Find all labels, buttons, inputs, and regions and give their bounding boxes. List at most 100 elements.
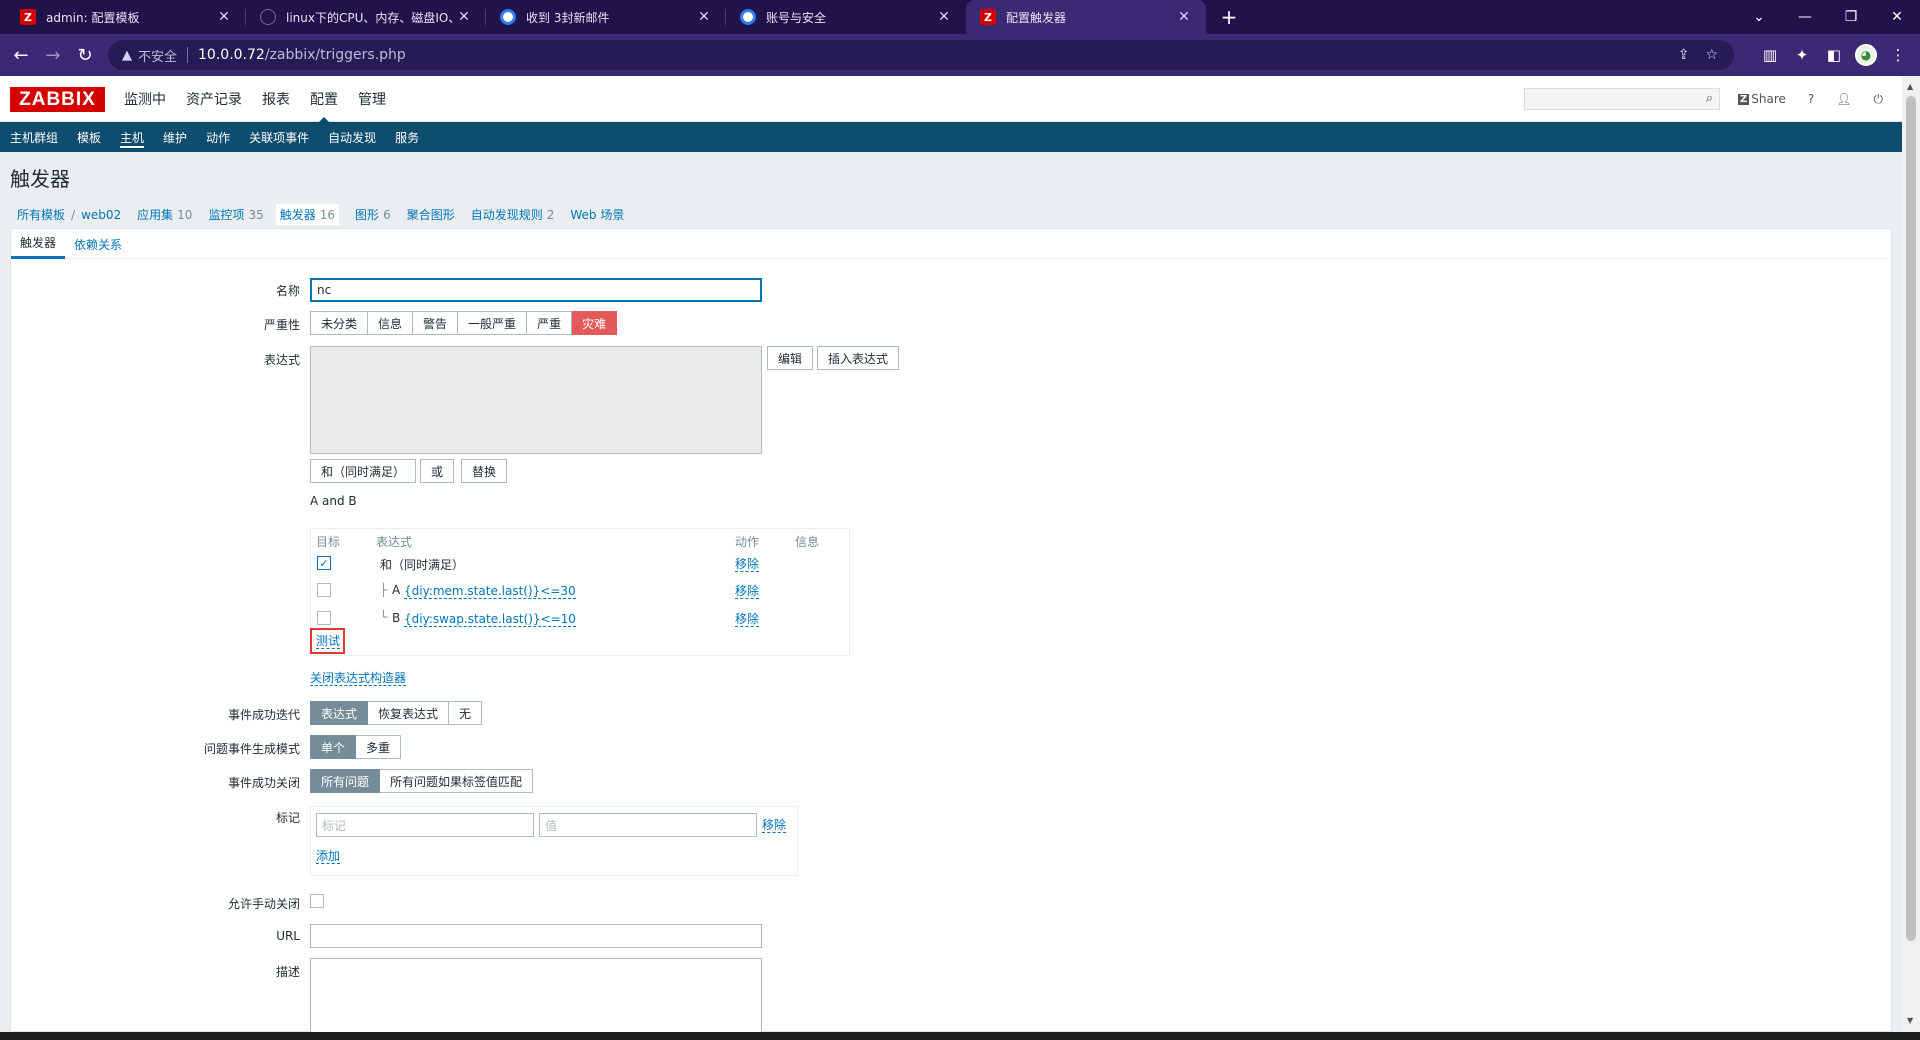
name-input[interactable]: nc — [310, 278, 762, 302]
profile-avatar[interactable]: ◕ — [1850, 34, 1882, 76]
remove-link-root[interactable]: 移除 — [735, 557, 760, 572]
expression-textarea[interactable] — [310, 346, 762, 454]
breadcrumb-applications[interactable]: 应用集 10 — [137, 206, 192, 223]
restore-icon[interactable]: ❐ — [1828, 0, 1874, 34]
or-button[interactable]: 或 — [420, 459, 455, 483]
severity-high[interactable]: 严重 — [527, 311, 573, 335]
close-window-icon[interactable]: ✕ — [1874, 0, 1920, 34]
ok-close-all-problems[interactable]: 所有问题 — [310, 769, 381, 793]
target-checkbox-b[interactable] — [317, 611, 331, 625]
tab-title: linux下的CPU、内存、磁盘IO、网络 — [286, 10, 456, 25]
breadcrumb-triggers[interactable]: 触发器 16 — [275, 204, 340, 225]
submenu-templates[interactable]: 模板 — [77, 122, 101, 152]
reading-list-icon[interactable]: ▥ — [1754, 34, 1786, 76]
reload-icon[interactable]: ↻ — [70, 34, 100, 76]
extensions-puzzle-icon[interactable]: ✦ — [1786, 34, 1818, 76]
close-tab-icon[interactable]: ✕ — [696, 9, 712, 25]
browser-tab-3[interactable]: 收到 3封新邮件 ✕ — [486, 0, 726, 34]
browser-tab-5-active[interactable]: Z 配置触发器 ✕ — [966, 0, 1206, 34]
breadcrumb-items[interactable]: 监控项 35 — [208, 206, 263, 223]
breadcrumb-screens[interactable]: 聚合图形 — [407, 206, 455, 223]
description-textarea[interactable] — [310, 958, 762, 1032]
tag-remove-link[interactable]: 移除 — [762, 818, 787, 833]
allow-manual-close-checkbox[interactable] — [310, 894, 324, 908]
insecure-label: 不安全 — [138, 49, 178, 65]
ok-event-expression[interactable]: 表达式 — [310, 701, 369, 725]
ok-event-none[interactable]: 无 — [449, 701, 483, 725]
problem-mode-multiple[interactable]: 多重 — [356, 735, 402, 759]
tag-add-link[interactable]: 添加 — [316, 849, 341, 864]
menu-configuration[interactable]: 配置 — [310, 76, 338, 123]
close-tab-icon[interactable]: ✕ — [936, 9, 952, 25]
share-button[interactable]: Z Share — [1738, 92, 1786, 106]
scrollbar-thumb[interactable] — [1906, 96, 1916, 941]
side-panel-icon[interactable]: ◧ — [1818, 34, 1850, 76]
edit-expression-button[interactable]: 编辑 — [767, 346, 814, 370]
remove-link-a[interactable]: 移除 — [735, 584, 760, 599]
scroll-down-arrow-icon[interactable]: ▼ — [1907, 1016, 1913, 1025]
close-expression-builder-link[interactable]: 关闭表达式构造器 — [310, 671, 407, 686]
severity-not-classified[interactable]: 未分类 — [310, 311, 369, 335]
submenu-hosts[interactable]: 主机 — [120, 122, 145, 152]
zabbix-logo[interactable]: ZABBIX — [10, 87, 105, 112]
scroll-up-arrow-icon[interactable]: ▲ — [1907, 82, 1913, 91]
ok-close-tag-match[interactable]: 所有问题如果标签值匹配 — [380, 769, 534, 793]
logout-power-icon[interactable]: ⏻ — [1874, 92, 1884, 107]
global-search-input[interactable]: ⌕ — [1524, 88, 1720, 110]
url-input[interactable] — [310, 924, 762, 948]
expression-link-b[interactable]: {diy:swap.state.last()}<=10 — [404, 612, 576, 627]
menu-reports[interactable]: 报表 — [262, 76, 290, 122]
submenu-host-groups[interactable]: 主机群组 — [10, 122, 58, 152]
submenu-actions[interactable]: 动作 — [206, 122, 230, 152]
ok-event-recovery-expression[interactable]: 恢复表达式 — [368, 701, 450, 725]
severity-warning[interactable]: 警告 — [413, 311, 459, 335]
severity-average[interactable]: 一般严重 — [458, 311, 528, 335]
close-tab-icon[interactable]: ✕ — [216, 9, 232, 25]
page-scrollbar[interactable]: ▲ ▼ — [1902, 76, 1920, 1032]
breadcrumb-discovery-rules[interactable]: 自动发现规则 2 — [471, 206, 555, 223]
breadcrumb-graphs[interactable]: 图形 6 — [355, 206, 391, 223]
replace-button[interactable]: 替换 — [461, 459, 508, 483]
severity-disaster[interactable]: 灾难 — [572, 311, 618, 335]
tab-trigger[interactable]: 触发器 — [11, 229, 66, 259]
browser-tab-2[interactable]: linux下的CPU、内存、磁盘IO、网络 ✕ — [246, 0, 486, 34]
tag-value-input[interactable]: 值 — [539, 813, 757, 837]
submenu-maintenance[interactable]: 维护 — [163, 122, 187, 152]
browser-tab-4[interactable]: 账号与安全 ✕ — [726, 0, 966, 34]
target-checkbox-root[interactable]: ✓ — [317, 556, 331, 570]
close-tab-icon[interactable]: ✕ — [456, 9, 472, 25]
submenu-event-correlation[interactable]: 关联项事件 — [249, 122, 309, 152]
menu-inventory[interactable]: 资产记录 — [186, 76, 242, 122]
severity-information[interactable]: 信息 — [368, 311, 414, 335]
share-page-icon[interactable]: ⇪ — [1678, 47, 1690, 63]
address-bar[interactable]: ▲ 不安全 10.0.0.72 /zabbix/triggers.php ⇪ ☆ — [108, 40, 1734, 70]
menu-monitoring[interactable]: 监测中 — [124, 76, 166, 122]
new-tab-icon[interactable]: + — [1214, 0, 1244, 34]
remove-link-b[interactable]: 移除 — [735, 612, 760, 627]
expression-link-a[interactable]: {diy:mem.state.last()}<=30 — [404, 584, 576, 599]
bookmark-star-icon[interactable]: ☆ — [1705, 47, 1718, 63]
tab-search-chevron-icon[interactable]: ⌄ — [1736, 0, 1782, 34]
test-link[interactable]: 测试 — [316, 634, 341, 649]
insert-expression-button[interactable]: 插入表达式 — [817, 346, 900, 370]
forward-arrow-icon[interactable]: → — [38, 34, 68, 76]
close-tab-icon[interactable]: ✕ — [1176, 9, 1192, 25]
browser-menu-icon[interactable]: ⋮ — [1882, 34, 1914, 76]
tab-dependencies[interactable]: 依赖关系 — [65, 229, 131, 259]
problem-mode-single[interactable]: 单个 — [310, 735, 357, 759]
breadcrumb-host[interactable]: web02 — [81, 208, 121, 222]
back-arrow-icon[interactable]: ← — [6, 34, 36, 76]
browser-tab-1[interactable]: Z admin: 配置模板 ✕ — [6, 0, 246, 34]
submenu-services[interactable]: 服务 — [395, 122, 419, 152]
breadcrumb-all-templates[interactable]: 所有模板 — [17, 206, 65, 223]
breadcrumb-web-scenarios[interactable]: Web 场景 — [570, 206, 624, 223]
search-icon[interactable]: ⌕ — [1706, 91, 1713, 106]
submenu-discovery[interactable]: 自动发现 — [328, 122, 376, 152]
target-checkbox-a[interactable] — [317, 583, 331, 597]
help-icon[interactable]: ? — [1808, 92, 1814, 106]
user-profile-icon[interactable]: 👤︎ — [1836, 92, 1851, 106]
minimize-icon[interactable]: — — [1782, 0, 1828, 34]
menu-administration[interactable]: 管理 — [358, 76, 386, 122]
tag-name-input[interactable]: 标记 — [316, 813, 534, 837]
and-button[interactable]: 和（同时满足） — [310, 459, 417, 483]
